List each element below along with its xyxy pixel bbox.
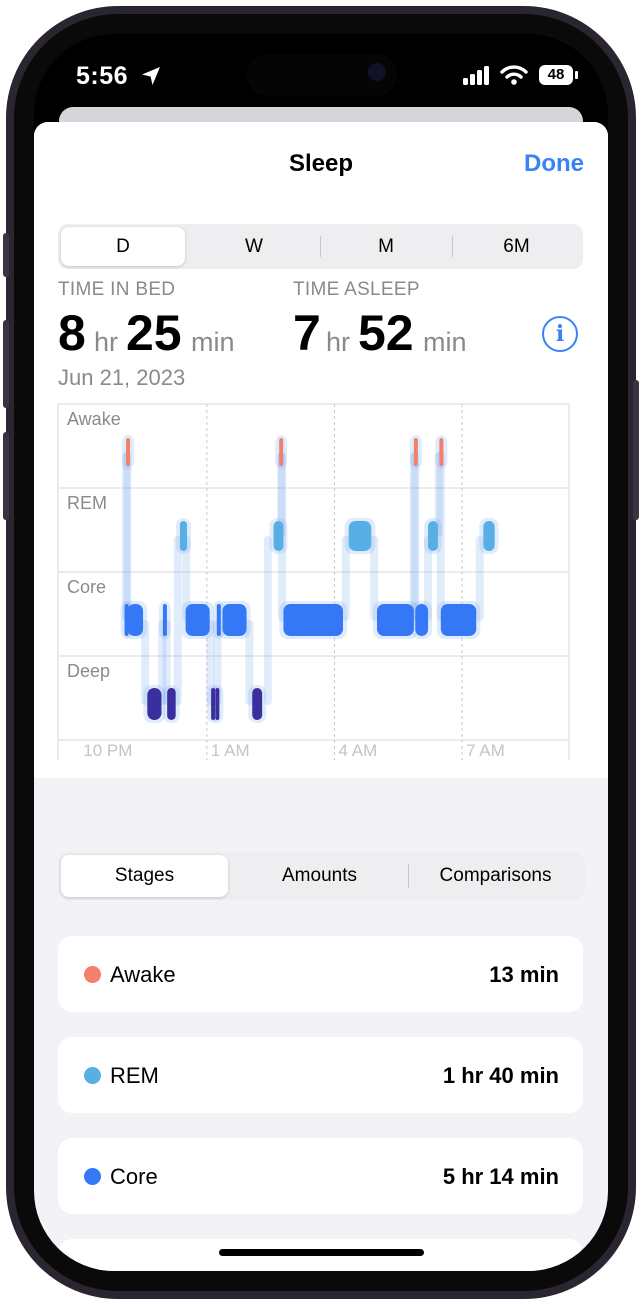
stage-duration: 1 hr 40 min (442, 1063, 559, 1088)
stage-segment-deep (147, 688, 162, 720)
stage-segment-rem (483, 521, 495, 551)
stage-transition (411, 452, 420, 621)
view-segmented-control: Stages Amounts Comparisons (58, 852, 585, 900)
stage-segment-deep (215, 688, 220, 720)
location-arrow-icon (142, 67, 160, 85)
volume-down-button (3, 432, 9, 520)
range-segmented-control: D W M 6M (58, 224, 583, 269)
stage-name: Core (110, 1164, 158, 1189)
stage-segment-core (127, 604, 144, 636)
awake-color-dot (84, 966, 101, 983)
x-tick-label: 4 AM (338, 741, 377, 760)
stage-segment-awake (279, 438, 284, 466)
stage-segment-core (185, 604, 210, 636)
battery-nub (575, 71, 578, 79)
volume-up-button (3, 320, 9, 408)
time-in-bed-label: TIME IN BED (58, 279, 176, 300)
stage-segment-core (162, 604, 167, 636)
view-tab-stages[interactable]: Stages (61, 855, 228, 897)
x-tick-label: 10 PM (83, 741, 132, 760)
home-indicator[interactable] (219, 1249, 424, 1256)
sleep-sheet: Sleep Done D W M 6M TIME IN BED 8 hr 25 … (34, 122, 608, 1271)
stage-transition (173, 536, 182, 705)
x-tick-label: 7 AM (466, 741, 505, 760)
time-in-bed-hr-unit: hr (94, 327, 119, 357)
stage-segment-awake (126, 438, 131, 466)
range-tab-d[interactable]: D (61, 227, 185, 266)
stage-duration: 13 min (489, 962, 559, 987)
info-icon[interactable]: i (542, 316, 578, 352)
range-tab-6m[interactable]: 6M (453, 227, 580, 266)
rem-color-dot (84, 1067, 101, 1084)
stage-segment-awake (439, 438, 444, 466)
stage-segment-core (216, 604, 221, 636)
range-tab-w[interactable]: W (190, 227, 318, 266)
time-asleep-hours: 7 (293, 305, 321, 361)
stage-segment-core (440, 604, 477, 636)
stage-segment-core (283, 604, 343, 636)
wifi-icon (500, 65, 528, 85)
stage-segment-deep (167, 688, 176, 720)
sheet-title: Sleep (288, 150, 354, 177)
stage-segment-deep (252, 688, 263, 720)
stage-transition (263, 536, 272, 705)
side-button (633, 380, 639, 520)
stage-name: REM (110, 1063, 159, 1088)
done-button[interactable]: Done (524, 150, 584, 178)
sleep-stages-chart: 10 PM 1 AM 4 AM 7 AM Awake REM Core Deep (57, 403, 570, 760)
sleep-date: Jun 21, 2023 (58, 365, 186, 390)
time-asleep-hr-unit: hr (326, 327, 351, 357)
time-in-bed-min-unit: min (191, 327, 235, 357)
stage-segment-rem (273, 521, 284, 551)
time-asleep-minutes: 52 (358, 305, 414, 361)
stage-segment-core (377, 604, 414, 636)
stage-axis-label: REM (67, 493, 107, 513)
stage-row-core[interactable]: Core 5 hr 14 min (58, 1138, 583, 1214)
stage-axis-label: Core (67, 577, 106, 597)
sleep-summary-panel: Sleep Done D W M 6M TIME IN BED 8 hr 25 … (34, 122, 608, 778)
front-camera (368, 63, 386, 81)
range-tab-m[interactable]: M (321, 227, 451, 266)
stage-segment-rem (428, 521, 438, 551)
time-in-bed-hours: 8 (58, 305, 86, 361)
status-time: 5:56 (76, 62, 129, 90)
stage-segment-core (222, 604, 247, 636)
action-button (3, 233, 9, 277)
phone-screen: 5:56 48 Sleep Done D W M 6M TIME IN BED … (34, 34, 608, 1271)
stage-segment-core (415, 604, 429, 636)
view-tab-comparisons[interactable]: Comparisons (409, 855, 582, 897)
stage-segment-rem (348, 521, 372, 551)
stage-name: Awake (110, 962, 176, 987)
time-in-bed-minutes: 25 (126, 305, 182, 361)
stage-segment-deep (211, 688, 216, 720)
stage-axis-label: Deep (67, 661, 110, 681)
time-asleep-label: TIME ASLEEP (293, 279, 420, 300)
stage-transition (123, 452, 132, 621)
stage-duration: 5 hr 14 min (442, 1164, 559, 1189)
stage-segment-rem (179, 521, 188, 551)
battery-icon: 48 (539, 65, 573, 85)
time-asleep-min-unit: min (423, 327, 467, 357)
stage-segment-awake (413, 438, 418, 466)
view-tab-amounts[interactable]: Amounts (231, 855, 408, 897)
stage-row-rem[interactable]: REM 1 hr 40 min (58, 1037, 583, 1113)
x-tick-label: 1 AM (211, 741, 250, 760)
stage-row-awake[interactable]: Awake 13 min (58, 936, 583, 1012)
stage-axis-label: Awake (67, 409, 121, 429)
core-color-dot (84, 1168, 101, 1185)
